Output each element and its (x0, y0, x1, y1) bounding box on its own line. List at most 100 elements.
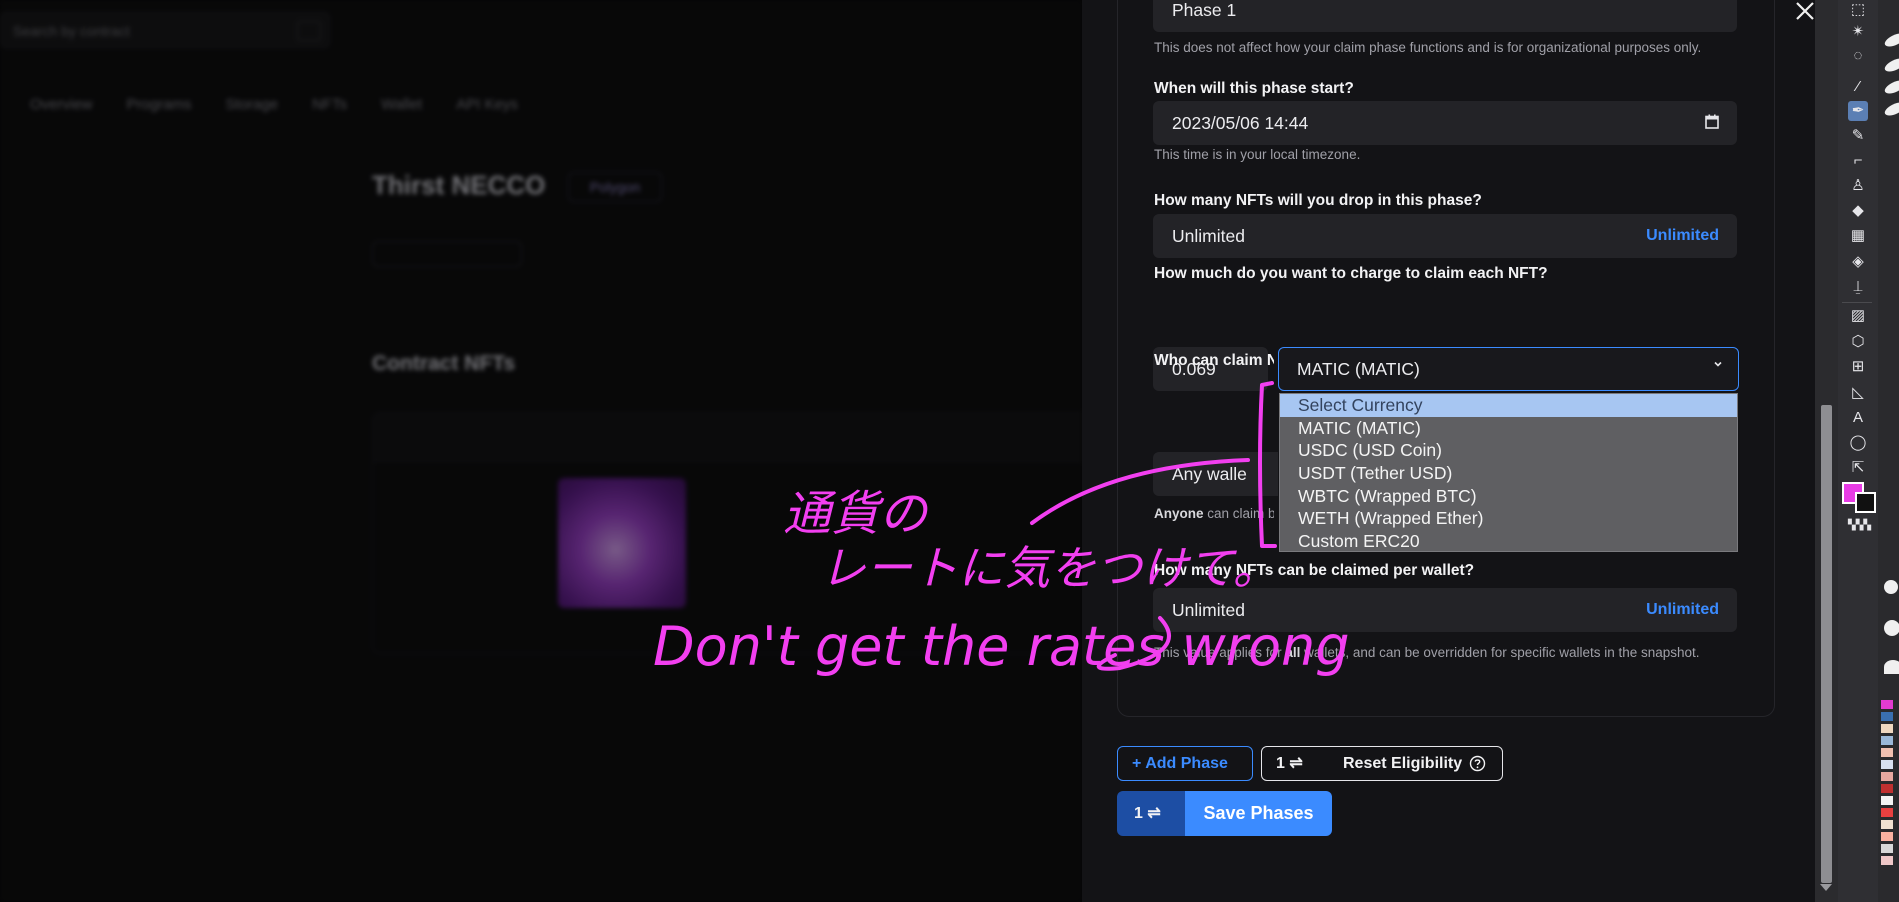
brush-size-preset[interactable] (1884, 580, 1898, 594)
background-chain-badge: Polygon (568, 172, 662, 202)
background-tab: Programs (126, 96, 192, 113)
eyedropper-icon[interactable]: ⁄ (1848, 77, 1868, 97)
drawer-scrollbar[interactable] (1815, 0, 1838, 902)
palette-swatch[interactable] (1881, 700, 1893, 709)
brush-preset[interactable] (1882, 99, 1899, 119)
phase-name-input[interactable]: Phase 1 (1153, 0, 1737, 32)
balloon-icon[interactable]: ◯ (1848, 433, 1868, 453)
per-wallet-value: Unlimited (1172, 600, 1245, 620)
background-tab: API Keys (456, 96, 518, 113)
brush-preset[interactable] (1882, 55, 1899, 75)
palette-swatch[interactable] (1881, 784, 1893, 793)
background-color-swatch[interactable] (1855, 492, 1876, 513)
currency-option[interactable]: MATIC (MATIC) (1280, 417, 1737, 440)
shape-icon[interactable]: ⬡ (1848, 332, 1868, 352)
scrollbar-thumb[interactable] (1821, 405, 1832, 883)
start-datetime-input[interactable]: 2023/05/06 14:44 (1153, 101, 1737, 145)
drop-label: How many NFTs will you drop in this phas… (1154, 192, 1482, 209)
gradient-icon[interactable]: ▨ (1848, 306, 1868, 326)
palette-swatch[interactable] (1881, 724, 1893, 733)
per-wallet-input[interactable]: Unlimited Unlimited (1153, 588, 1737, 632)
per-wallet-help-bold: all (1285, 645, 1301, 660)
scroll-down-arrow-icon[interactable] (1820, 884, 1832, 891)
magic-wand-icon[interactable]: ✴ (1848, 22, 1868, 42)
background-tab: Overview (30, 96, 93, 113)
rectangle-select-icon[interactable]: ⬚ (1848, 0, 1868, 20)
palette-swatch[interactable] (1881, 844, 1893, 853)
background-tab: NFTs (312, 96, 348, 113)
pencil-icon[interactable]: ✎ (1848, 126, 1868, 146)
fill-icon[interactable]: ♙ (1848, 176, 1868, 196)
start-datetime-value: 2023/05/06 14:44 (1172, 113, 1309, 133)
frame-icon[interactable]: ⊞ (1848, 357, 1868, 377)
ruler-icon[interactable]: ◺ (1848, 383, 1868, 403)
currency-option[interactable]: USDT (Tether USD) (1280, 462, 1737, 485)
per-wallet-help-post: wallets, and can be overridden for speci… (1300, 645, 1700, 660)
stamp-icon[interactable]: ⍊ (1848, 277, 1868, 297)
who-can-claim-value: Any walle (1172, 464, 1247, 484)
per-wallet-help: This value applies for all wallets, and … (1154, 643, 1700, 663)
currency-option[interactable]: Custom ERC20 (1280, 530, 1737, 553)
background-nft-table (372, 412, 1082, 654)
per-wallet-unlimited-button[interactable]: Unlimited (1646, 588, 1719, 632)
currency-option[interactable]: WBTC (Wrapped BTC) (1280, 485, 1737, 508)
currency-option[interactable]: Select Currency (1280, 394, 1737, 417)
drop-quantity-input[interactable]: Unlimited Unlimited (1153, 214, 1737, 258)
brush-size-preset[interactable] (1884, 660, 1899, 674)
eraser-icon[interactable]: ◆ (1848, 201, 1868, 221)
palette-swatch[interactable] (1881, 736, 1893, 745)
who-can-claim-select[interactable]: Any walle (1153, 452, 1278, 496)
who-can-claim-help: Anyone can claim b (1154, 506, 1274, 521)
reset-eligibility-button[interactable]: 1 ⇌ Reset Eligibility (1261, 746, 1503, 781)
transparent-swatch-icon[interactable]: ▚▚▚ (1848, 516, 1871, 536)
per-wallet-help-pre: This value applies for (1154, 645, 1286, 660)
phase-name-value: Phase 1 (1172, 0, 1237, 20)
background-nav-tabs: Overview Programs Storage NFTs Wallet AP… (30, 96, 518, 113)
operation-icon[interactable]: ⇱ (1848, 458, 1868, 478)
palette-swatch[interactable] (1881, 832, 1893, 841)
palette-swatch[interactable] (1881, 856, 1893, 865)
blur-icon[interactable]: ▦ (1848, 226, 1868, 246)
brush-size-preset[interactable] (1884, 620, 1899, 636)
palette-swatch[interactable] (1881, 796, 1893, 805)
drop-quantity-value: Unlimited (1172, 226, 1245, 246)
phase-name-help: This does not affect how your claim phas… (1154, 40, 1702, 55)
palette-swatch[interactable] (1881, 712, 1893, 721)
currency-select[interactable]: MATIC (MATIC) (1278, 347, 1739, 391)
add-phase-button[interactable]: + Add Phase (1117, 746, 1253, 781)
save-count: 1 ⇌ (1117, 791, 1185, 836)
save-label: Save Phases (1185, 791, 1332, 836)
calendar-icon[interactable] (1705, 114, 1719, 129)
lasso-icon[interactable]: ◌ (1848, 46, 1868, 66)
pen-icon[interactable]: ✒ (1848, 101, 1868, 121)
reset-count: 1 ⇌ (1276, 755, 1303, 772)
close-icon[interactable] (1794, 0, 1816, 22)
palette-swatch[interactable] (1881, 760, 1893, 769)
currency-dropdown-list[interactable]: Select Currency MATIC (MATIC) USDC (USD … (1279, 393, 1738, 552)
palette-swatch[interactable] (1881, 808, 1893, 817)
brush-panel-strip (1878, 0, 1899, 902)
brush-preset[interactable] (1882, 77, 1899, 97)
background-table-header (373, 413, 1082, 462)
drop-unlimited-button[interactable]: Unlimited (1646, 214, 1719, 258)
palette-swatch[interactable] (1881, 748, 1893, 757)
save-phases-button[interactable]: 1 ⇌ Save Phases (1117, 791, 1332, 836)
who-can-claim-label: Who can claim N (1154, 352, 1274, 369)
per-wallet-label: How many NFTs can be claimed per wallet? (1154, 562, 1475, 579)
background-search-placeholder: Search by contract (13, 23, 130, 39)
text-icon[interactable]: A (1848, 408, 1868, 428)
brush-icon[interactable]: ⌐ (1848, 151, 1868, 171)
background-address-pill (372, 241, 522, 267)
help-circle-icon[interactable] (1469, 755, 1486, 772)
palette-swatch[interactable] (1881, 772, 1893, 781)
currency-option[interactable]: WETH (Wrapped Ether) (1280, 507, 1737, 530)
currency-option[interactable]: USDC (USD Coin) (1280, 439, 1737, 462)
keyboard-shortcut-icon (297, 21, 321, 41)
background-tab: Storage (225, 96, 279, 113)
brush-preset[interactable] (1882, 30, 1899, 50)
bucket-icon[interactable]: ◈ (1848, 252, 1868, 272)
start-help: This time is in your local timezone. (1154, 147, 1361, 162)
currency-selected-value: MATIC (MATIC) (1297, 359, 1420, 379)
palette-swatch[interactable] (1881, 820, 1893, 829)
background-dashboard: Search by contract Overview Programs Sto… (0, 0, 1082, 902)
